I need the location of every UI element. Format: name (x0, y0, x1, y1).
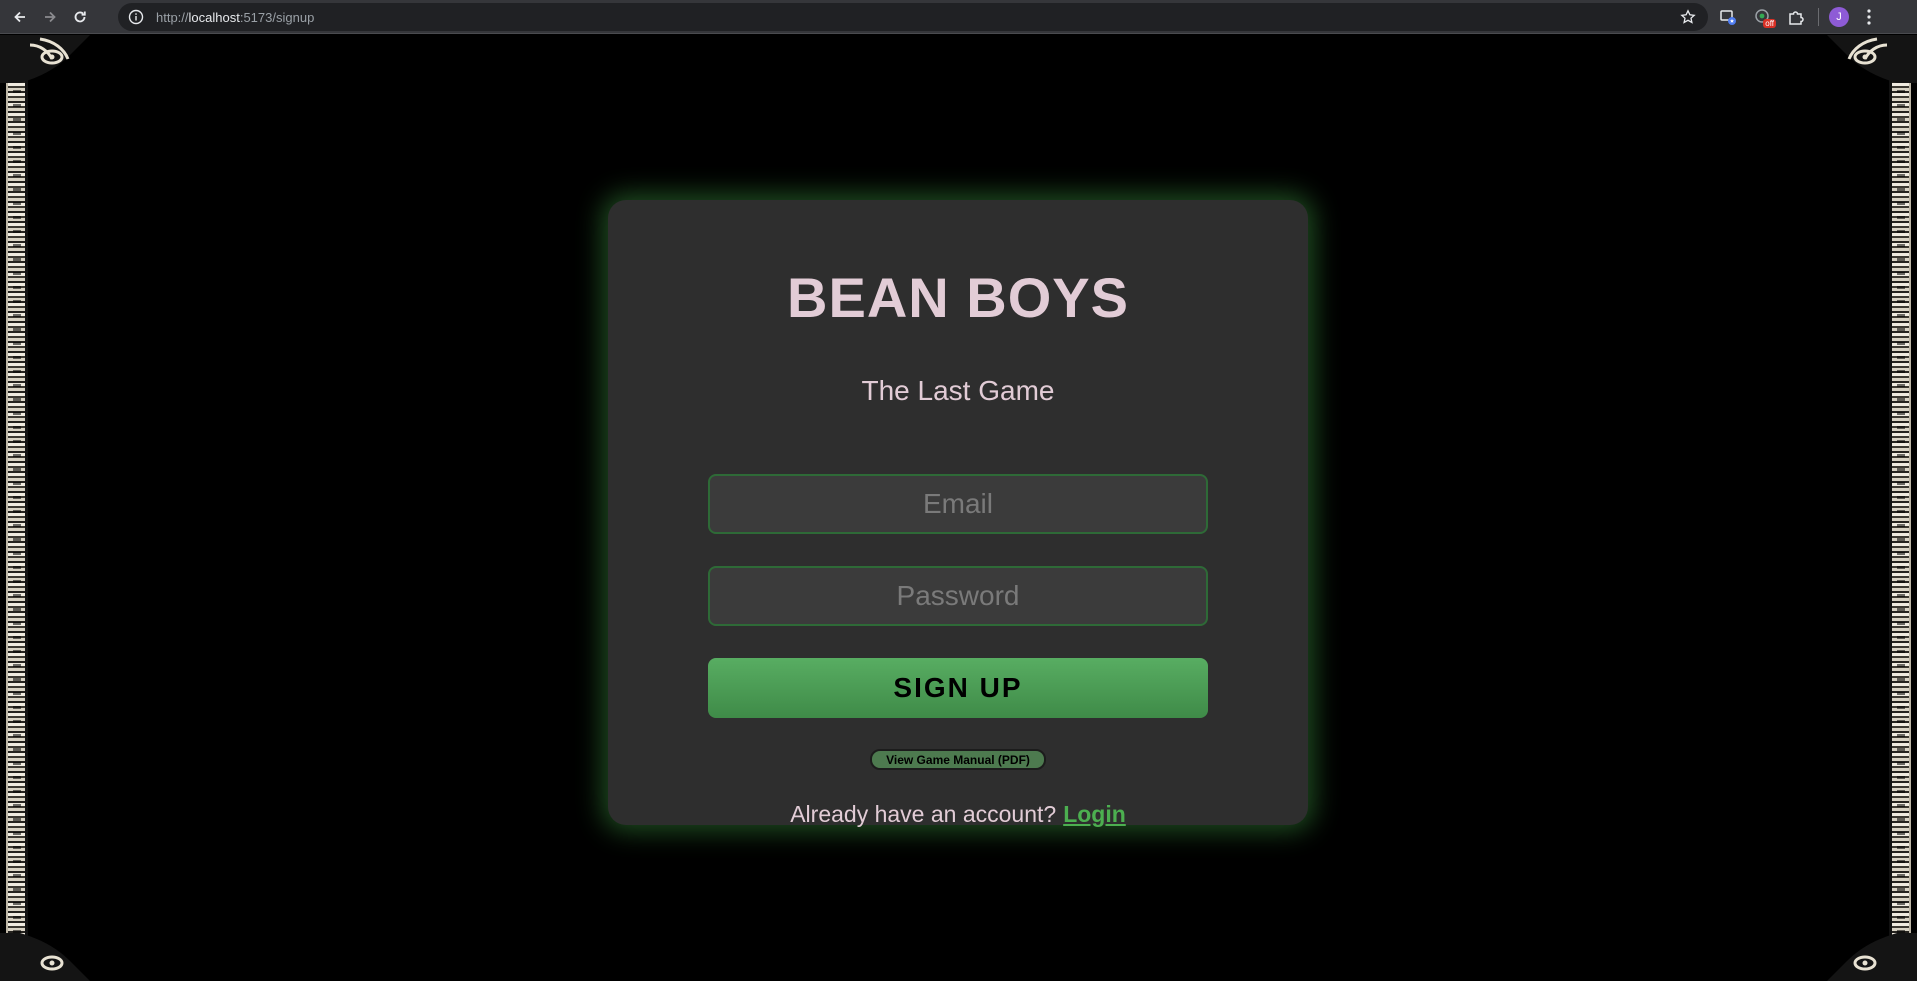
login-prompt-line: Already have an account? Login (608, 801, 1308, 828)
reload-button[interactable] (66, 3, 94, 31)
url-scheme: http:// (156, 9, 189, 25)
game-title: BEAN BOYS (787, 266, 1129, 329)
ornate-border-right (1889, 35, 1911, 981)
toolbar-divider (1818, 8, 1819, 26)
login-prompt-text: Already have an account? (790, 801, 1057, 827)
forward-button[interactable] (36, 3, 64, 31)
signup-card: BEAN BOYS The Last Game SIGN UP View Gam… (608, 200, 1308, 828)
signup-button[interactable]: SIGN UP (708, 658, 1208, 718)
ornate-border-left (6, 35, 28, 981)
ornate-corner-top-right (1827, 35, 1917, 83)
profile-avatar[interactable]: J (1829, 7, 1849, 27)
extension-icon (1720, 10, 1736, 25)
back-button[interactable] (6, 3, 34, 31)
address-bar[interactable]: http://localhost:5173/signup (118, 3, 1708, 31)
extension-button[interactable] (1716, 5, 1740, 29)
extension-badge: off (1763, 19, 1776, 28)
info-icon[interactable] (128, 9, 144, 25)
page-viewport: BEAN BOYS The Last Game SIGN UP View Gam… (0, 35, 1917, 981)
game-subtitle: The Last Game (861, 375, 1055, 406)
ornate-corner-bottom-left (0, 933, 90, 981)
url-text: http://localhost:5173/signup (156, 10, 314, 25)
browser-toolbar: http://localhost:5173/signup off J (0, 0, 1917, 34)
menu-icon (1867, 9, 1871, 25)
email-field[interactable] (708, 474, 1208, 534)
url-path: :5173/signup (239, 9, 315, 25)
url-host: localhost (188, 9, 240, 25)
back-icon (14, 11, 25, 22)
reload-icon (74, 11, 86, 22)
password-field[interactable] (708, 566, 1208, 626)
browser-menu-button[interactable] (1859, 7, 1879, 27)
puzzle-icon (1789, 11, 1804, 25)
login-link[interactable]: Login (1063, 801, 1126, 828)
extensions-area: off J (1716, 0, 1879, 34)
view-manual-button[interactable]: View Game Manual (PDF) (870, 749, 1046, 770)
extension-off-button[interactable]: off (1750, 5, 1776, 29)
ornate-corner-bottom-right (1827, 933, 1917, 981)
ornate-corner-top-left (0, 35, 90, 83)
extensions-menu-button[interactable] (1784, 5, 1808, 29)
forward-icon (45, 11, 56, 22)
star-icon[interactable] (1680, 9, 1696, 25)
